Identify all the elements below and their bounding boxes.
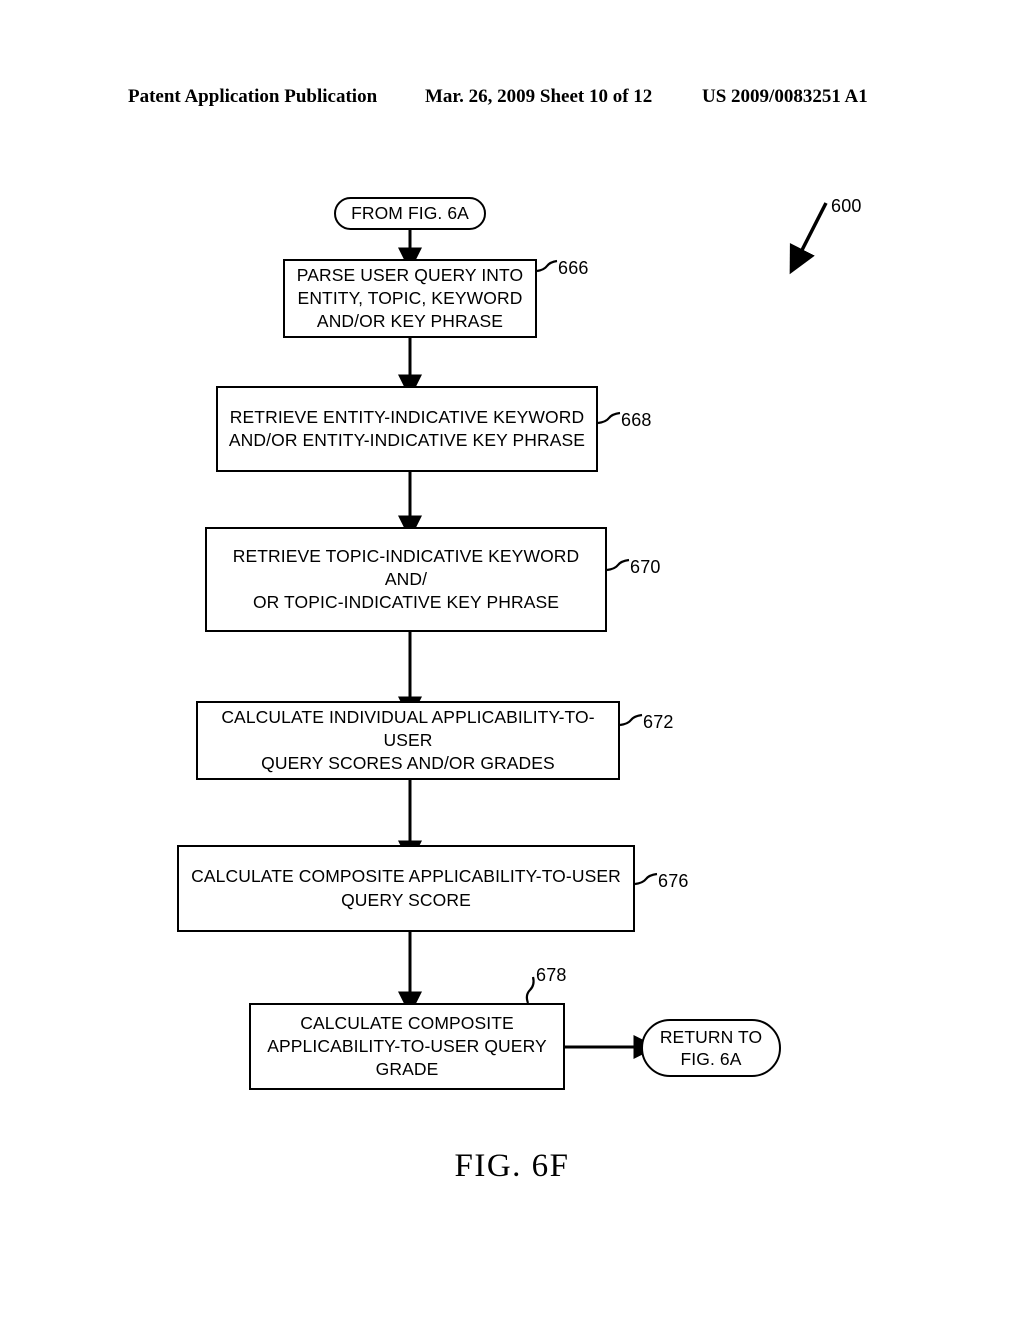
figure-caption: FIG. 6F — [454, 1148, 570, 1184]
flowchart-connectors — [398, 202, 828, 1059]
process-box-666-line-3: AND/OR KEY PHRASE — [316, 311, 504, 332]
reference-number-670: 670 — [630, 557, 661, 577]
reference-number-600: 600 — [831, 196, 862, 216]
process-box-670[interactable]: RETRIEVE TOPIC-INDICATIVE KEYWORD AND/ O… — [205, 527, 607, 632]
process-box-678-line-3: GRADE — [375, 1059, 439, 1080]
leader-666 — [536, 259, 558, 273]
terminator-from-fig-6a-label: FROM FIG. 6A — [351, 203, 469, 224]
reference-number-668: 668 — [621, 410, 652, 430]
process-box-676-line-2: QUERY SCORE — [341, 889, 471, 910]
leader-672 — [619, 713, 643, 727]
process-box-678[interactable]: CALCULATE COMPOSITE APPLICABILITY-TO-USE… — [249, 1003, 565, 1090]
process-box-672-line-2: QUERY SCORES AND/OR GRADES — [261, 753, 555, 774]
process-box-676-line-1: CALCULATE COMPOSITE APPLICABILITY-TO-USE… — [191, 866, 621, 887]
process-box-678-line-2: APPLICABILITY-TO-USER QUERY — [267, 1035, 547, 1056]
process-box-668[interactable]: RETRIEVE ENTITY-INDICATIVE KEYWORD AND/O… — [216, 386, 598, 472]
process-box-668-line-2: AND/OR ENTITY-INDICATIVE KEY PHRASE — [228, 430, 586, 450]
process-box-666-line-1: PARSE USER QUERY INTO — [296, 264, 524, 285]
leader-678 — [525, 976, 535, 1004]
process-box-670-line-2: OR TOPIC-INDICATIVE KEY PHRASE — [252, 592, 560, 613]
leader-676 — [634, 872, 658, 886]
reference-number-678: 678 — [536, 965, 567, 985]
process-box-668-line-1: RETRIEVE ENTITY-INDICATIVE KEYWORD — [229, 406, 585, 427]
terminator-from-fig-6a[interactable]: FROM FIG. 6A — [334, 197, 486, 230]
reference-600-arrow — [789, 202, 828, 275]
process-box-678-line-1: CALCULATE COMPOSITE — [300, 1012, 514, 1033]
leader-668 — [597, 411, 621, 425]
process-box-672-line-1: CALCULATE INDIVIDUAL APPLICABILITY-TO-US… — [221, 706, 595, 750]
terminator-return-to-fig-6a[interactable]: RETURN TO FIG. 6A — [641, 1019, 781, 1077]
reference-number-666: 666 — [558, 258, 589, 278]
process-box-672[interactable]: CALCULATE INDIVIDUAL APPLICABILITY-TO-US… — [196, 701, 620, 780]
process-box-666[interactable]: PARSE USER QUERY INTO ENTITY, TOPIC, KEY… — [283, 259, 537, 338]
process-box-670-line-1: RETRIEVE TOPIC-INDICATIVE KEYWORD AND/ — [232, 545, 580, 589]
terminator-return-to-fig-6a-line-2: FIG. 6A — [680, 1049, 742, 1069]
terminator-return-to-fig-6a-line-1: RETURN TO — [659, 1026, 763, 1047]
flowchart-diagram: FROM FIG. 6A PARSE USER QUERY INTO ENTIT… — [0, 0, 1024, 1320]
process-box-676[interactable]: CALCULATE COMPOSITE APPLICABILITY-TO-USE… — [177, 845, 635, 932]
reference-number-672: 672 — [643, 712, 674, 732]
reference-number-676: 676 — [658, 871, 689, 891]
leader-670 — [606, 558, 630, 572]
process-box-666-line-2: ENTITY, TOPIC, KEYWORD — [297, 287, 523, 308]
